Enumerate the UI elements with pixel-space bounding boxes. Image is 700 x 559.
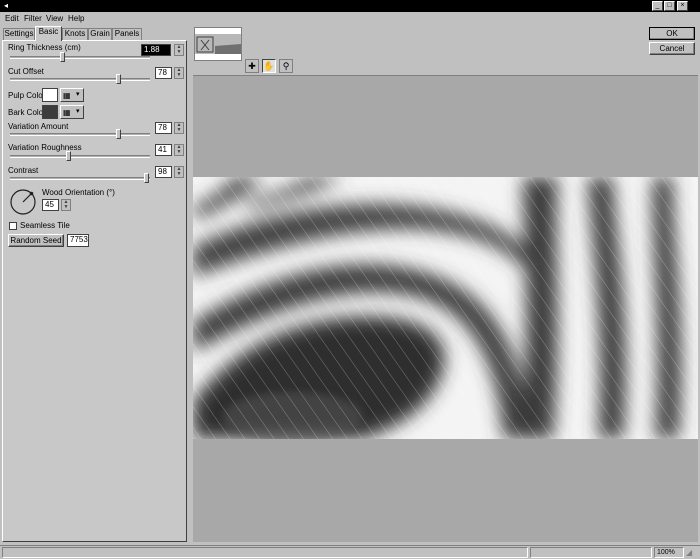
ok-button[interactable]: OK bbox=[649, 27, 695, 40]
tab-grain[interactable]: Grain bbox=[88, 28, 112, 40]
bandage-tool-button[interactable]: ✚ bbox=[245, 59, 259, 73]
tab-basic[interactable]: Basic bbox=[35, 26, 62, 41]
cut-offset-slider-thumb[interactable] bbox=[116, 74, 121, 84]
bandage-icon: ✚ bbox=[248, 61, 256, 71]
variation-amount-slider[interactable] bbox=[10, 133, 150, 136]
chevron-down-icon: ▾ bbox=[76, 91, 80, 98]
hand-icon: ✋ bbox=[263, 61, 275, 71]
ring-thickness-label: Ring Thickness (cm) bbox=[8, 43, 81, 52]
seamless-tile-label: Seamless Tile bbox=[20, 221, 70, 230]
preview-thumbnail[interactable] bbox=[194, 27, 242, 61]
tab-settings[interactable]: Settings bbox=[3, 28, 35, 40]
wood-orientation-label: Wood Orientation (°) bbox=[42, 188, 115, 197]
zoom-tool-button[interactable]: ⚲ bbox=[279, 59, 293, 73]
hand-tool-button[interactable]: ✋ bbox=[262, 59, 276, 73]
magnifier-icon: ⚲ bbox=[282, 61, 290, 71]
menu-bar bbox=[0, 12, 700, 25]
menu-edit[interactable]: Edit bbox=[5, 14, 19, 24]
random-seed-button[interactable]: Random Seed bbox=[8, 234, 64, 247]
pulp-color-picker-button[interactable]: ▦ ▾ bbox=[60, 88, 84, 102]
minimize-button[interactable]: _ bbox=[652, 1, 663, 11]
tab-panels[interactable]: Panels bbox=[112, 28, 142, 40]
random-seed-input[interactable]: 7753 bbox=[67, 234, 89, 247]
status-message bbox=[2, 547, 528, 558]
contrast-slider-thumb[interactable] bbox=[144, 173, 149, 183]
variation-roughness-spinner[interactable]: ▲ ▼ bbox=[174, 144, 184, 156]
pulp-color-swatch[interactable] bbox=[42, 88, 58, 102]
close-button[interactable]: × bbox=[677, 1, 688, 11]
ring-thickness-slider[interactable] bbox=[10, 56, 150, 59]
pulp-color-label: Pulp Color bbox=[8, 91, 46, 100]
variation-roughness-slider[interactable] bbox=[10, 155, 150, 158]
menu-filter[interactable]: Filter bbox=[24, 14, 42, 24]
bark-color-swatch[interactable] bbox=[42, 105, 58, 119]
grid-icon: ▦ bbox=[63, 108, 71, 117]
cut-offset-input[interactable]: 78 bbox=[155, 67, 172, 79]
menu-help[interactable]: Help bbox=[68, 14, 84, 24]
cut-offset-label: Cut Offset bbox=[8, 67, 44, 76]
menu-view[interactable]: View bbox=[46, 14, 63, 24]
orientation-dial[interactable] bbox=[9, 188, 37, 216]
thumbnail-image bbox=[195, 34, 241, 54]
variation-amount-input[interactable]: 78 bbox=[155, 122, 172, 134]
variation-roughness-input[interactable]: 41 bbox=[155, 144, 172, 156]
app-icon[interactable]: ◂ bbox=[2, 2, 10, 10]
wood-orientation-spinner[interactable]: ▲ ▼ bbox=[61, 199, 71, 211]
variation-roughness-slider-thumb[interactable] bbox=[66, 151, 71, 161]
zoom-level: 100% bbox=[654, 547, 684, 558]
ring-thickness-slider-thumb[interactable] bbox=[60, 52, 65, 62]
status-progress bbox=[530, 547, 652, 558]
tab-knots[interactable]: Knots bbox=[62, 28, 88, 40]
grid-icon: ▦ bbox=[63, 91, 71, 100]
variation-amount-slider-thumb[interactable] bbox=[116, 129, 121, 139]
chevron-down-icon: ▾ bbox=[76, 108, 80, 115]
window-title: Alien Skin | Eye Candy 5: Textures | Woo… bbox=[12, 1, 172, 10]
resize-grip-icon[interactable]: ◢ bbox=[686, 547, 698, 558]
ring-thickness-spinner[interactable]: ▲ ▼ bbox=[174, 44, 184, 56]
bark-color-label: Bark Color bbox=[8, 108, 46, 117]
cut-offset-spinner[interactable]: ▲ ▼ bbox=[174, 67, 184, 79]
ring-thickness-input[interactable]: 1.88 bbox=[141, 44, 171, 56]
cut-offset-slider[interactable] bbox=[10, 78, 150, 81]
contrast-input[interactable]: 98 bbox=[155, 166, 172, 178]
wood-orientation-input[interactable]: 45 bbox=[42, 199, 59, 211]
cancel-button[interactable]: Cancel bbox=[649, 42, 695, 55]
bark-color-picker-button[interactable]: ▦ ▾ bbox=[60, 105, 84, 119]
variation-amount-spinner[interactable]: ▲ ▼ bbox=[174, 122, 184, 134]
wood-preview-image[interactable] bbox=[193, 177, 698, 439]
variation-amount-label: Variation Amount bbox=[8, 122, 69, 131]
seamless-tile-checkbox[interactable] bbox=[9, 222, 17, 230]
contrast-spinner[interactable]: ▲ ▼ bbox=[174, 166, 184, 178]
contrast-label: Contrast bbox=[8, 166, 39, 175]
contrast-slider[interactable] bbox=[10, 177, 150, 180]
maximize-button[interactable]: □ bbox=[664, 1, 675, 11]
